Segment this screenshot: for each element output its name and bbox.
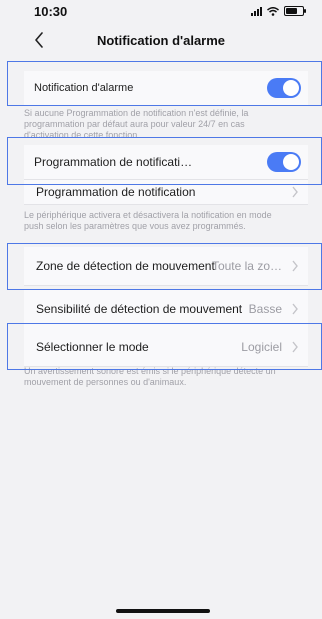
notification-schedule-toggle-label: Programmation de notificati…: [34, 155, 193, 169]
motion-zone-label: Zone de détection de mouvement: [36, 259, 215, 273]
mode-row[interactable]: Sélectionner le mode Logiciel: [24, 328, 308, 367]
motion-sensitivity-label: Sensibilité de détection de mouvement: [36, 302, 243, 316]
mode-label: Sélectionner le mode: [36, 340, 149, 354]
status-bar: 10:30: [0, 0, 322, 24]
status-time: 10:30: [34, 4, 68, 19]
motion-zone-row[interactable]: Zone de détection de mouvement Toute la …: [24, 247, 308, 286]
alarm-note: Si aucune Programmation de notification …: [24, 108, 249, 140]
chevron-right-icon: [292, 303, 298, 315]
motion-sensitivity-value: Basse: [248, 302, 282, 316]
alarm-notification-toggle[interactable]: [267, 78, 301, 98]
home-indicator: [116, 609, 210, 613]
toggle-knob: [283, 80, 299, 96]
status-icons: [251, 6, 306, 16]
schedule-note: Le périphérique activera et désactivera …: [24, 210, 272, 231]
motion-sensitivity-row[interactable]: Sensibilité de détection de mouvement Ba…: [24, 290, 308, 329]
notification-schedule-row[interactable]: Programmation de notification: [24, 180, 308, 205]
alarm-notification-row: Notification d'alarme: [24, 71, 308, 106]
notification-schedule-toggle[interactable]: [267, 152, 301, 172]
mode-value: Logiciel: [241, 340, 282, 354]
motion-zone-value: Toute la zo…: [211, 259, 282, 273]
toggle-knob: [283, 154, 299, 170]
chevron-right-icon: [292, 260, 298, 272]
alarm-notification-label: Notification d'alarme: [34, 82, 134, 94]
battery-icon: [284, 6, 306, 16]
notification-schedule-label: Programmation de notification: [36, 185, 196, 199]
nav-bar: Notification d'alarme: [0, 26, 322, 58]
chevron-right-icon: [292, 186, 298, 198]
signal-icon: [251, 6, 262, 16]
page-title: Notification d'alarme: [96, 33, 226, 48]
wifi-icon: [267, 6, 279, 16]
mode-note: Un avertissement sonore est émis si le p…: [24, 366, 276, 387]
notification-schedule-toggle-row: Programmation de notificati…: [24, 145, 308, 180]
chevron-right-icon: [292, 341, 298, 353]
